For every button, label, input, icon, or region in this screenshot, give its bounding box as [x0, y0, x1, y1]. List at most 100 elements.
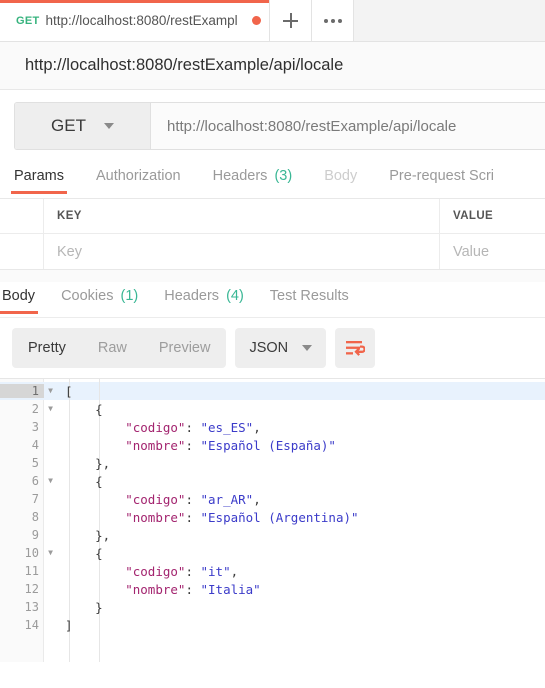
line-number: 9 — [31, 528, 39, 542]
response-tab-headers[interactable]: Headers (4) — [164, 282, 244, 314]
section-divider — [0, 270, 545, 282]
code-text: "nombre": "Español (España)" — [57, 438, 336, 453]
chevron-down-icon — [103, 123, 114, 129]
word-wrap-icon — [346, 341, 366, 356]
tab-body[interactable]: Body — [324, 162, 357, 194]
view-pretty-button[interactable]: Pretty — [12, 328, 82, 368]
request-tab-strip: GET http://localhost:8080/restExampl — [0, 0, 545, 42]
code-line: 2 ▼ { — [0, 400, 545, 418]
token-pun: } — [95, 599, 103, 615]
param-row-checkbox[interactable] — [0, 234, 44, 269]
word-wrap-button[interactable] — [335, 328, 376, 368]
response-tab-body[interactable]: Body — [0, 282, 39, 314]
token-key: "nombre" — [125, 581, 186, 597]
fold-toggle-icon[interactable]: ▼ — [44, 400, 57, 418]
token-pun: : — [185, 581, 201, 597]
code-text: { — [57, 546, 103, 561]
response-section-tabs: Body Cookies (1) Headers (4) Test Result… — [0, 282, 545, 318]
code-line: 8 "nombre": "Español (Argentina)" — [0, 508, 545, 526]
line-number: 5 — [31, 456, 39, 470]
tab-headers-label: Headers — [212, 168, 268, 184]
request-section-tabs: Params Authorization Headers (3) Body Pr… — [0, 162, 545, 198]
token-pun: : — [185, 563, 201, 579]
token-pun: }, — [95, 455, 111, 471]
fold-toggle-icon[interactable]: ▼ — [44, 472, 57, 490]
code-text: "nombre": "Italia" — [57, 582, 261, 597]
more-options-button[interactable] — [312, 0, 354, 41]
token-pun: : — [185, 491, 201, 507]
token-pun: , — [230, 563, 239, 579]
token-pun: ] — [65, 617, 73, 633]
response-tab-headers-label: Headers — [164, 288, 220, 304]
view-preview-button[interactable]: Preview — [143, 328, 227, 368]
fold-toggle-icon[interactable]: ▼ — [44, 382, 57, 400]
response-code-lines: 1 ▼[2 ▼ {3 "codigo": "es_ES", 4 "nombre": "… — [0, 379, 545, 634]
params-table-header-row: KEY VALUE — [0, 199, 545, 234]
response-language-select[interactable]: JSON — [235, 328, 327, 368]
request-url-bar: GET http://localhost:8080/restExample/ap… — [0, 90, 545, 162]
params-header-key-cell: KEY — [44, 199, 440, 233]
token-pun: , — [253, 491, 261, 507]
chevron-down-icon — [302, 345, 313, 351]
ellipsis-icon — [323, 18, 342, 23]
response-language-label: JSON — [249, 340, 289, 356]
tab-pre-request-script[interactable]: Pre-request Scri — [389, 162, 494, 194]
code-text: { — [57, 402, 103, 417]
line-number: 11 — [24, 564, 39, 578]
token-pun: }, — [95, 527, 111, 543]
params-header-key-label: KEY — [57, 210, 82, 222]
token-pun: : — [185, 419, 201, 435]
response-tab-body-label: Body — [2, 288, 36, 304]
http-method-select[interactable]: GET — [15, 103, 151, 149]
code-line: 5 }, — [0, 454, 545, 472]
token-str: "it" — [200, 563, 231, 579]
token-str: "Italia" — [200, 581, 261, 597]
params-header-value-cell: VALUE — [440, 199, 545, 233]
tab-params-label: Params — [14, 168, 64, 184]
token-key: "nombre" — [125, 437, 186, 453]
http-method-label: GET — [51, 116, 86, 135]
token-str: "ar_AR" — [200, 491, 254, 507]
new-tab-button[interactable] — [270, 0, 312, 41]
response-tab-cookies[interactable]: Cookies (1) — [61, 282, 138, 314]
param-key-input[interactable]: Key — [44, 234, 440, 269]
code-text: "nombre": "Español (Argentina)" — [57, 509, 359, 525]
tab-authorization[interactable]: Authorization — [96, 162, 181, 194]
token-pun: : — [185, 437, 201, 453]
line-number: 6 — [31, 474, 39, 488]
token-pun: [ — [65, 383, 73, 399]
tab-params[interactable]: Params — [11, 162, 67, 194]
code-line: 9 }, — [0, 526, 545, 544]
line-number: 14 — [24, 618, 39, 632]
code-line: 12 "nombre": "Italia" — [0, 580, 545, 598]
request-tab-method-label: GET — [16, 14, 40, 27]
request-tab-active[interactable]: GET http://localhost:8080/restExampl — [0, 0, 270, 41]
token-key: "codigo" — [125, 491, 186, 507]
line-number: 3 — [31, 420, 39, 434]
line-number: 1 — [0, 384, 44, 398]
tab-headers[interactable]: Headers (3) — [213, 162, 293, 194]
tab-pre-request-script-label: Pre-request Scri — [389, 168, 495, 184]
token-pun: { — [95, 401, 103, 417]
response-tab-test-results-label: Test Results — [269, 288, 349, 304]
code-line: 13 } — [0, 598, 545, 616]
tab-body-label: Body — [324, 168, 358, 184]
plus-icon — [283, 13, 298, 28]
code-line: 11 "codigo": "it", — [0, 562, 545, 580]
fold-toggle-icon[interactable]: ▼ — [44, 544, 57, 562]
postman-window: GET http://localhost:8080/restExampl htt… — [0, 0, 545, 688]
params-header-value-label: VALUE — [453, 210, 494, 222]
view-raw-button[interactable]: Raw — [82, 328, 143, 368]
request-url-input[interactable]: http://localhost:8080/restExample/api/lo… — [151, 103, 545, 149]
token-key: "codigo" — [125, 563, 186, 579]
token-pun: { — [95, 473, 103, 489]
token-str: "Español (Argentina)" — [200, 509, 359, 525]
response-tab-cookies-count: (1) — [120, 288, 139, 304]
token-key: "codigo" — [125, 419, 186, 435]
response-tab-test-results[interactable]: Test Results — [270, 282, 349, 314]
param-value-input[interactable]: Value — [440, 234, 545, 269]
token-pun: , — [253, 419, 261, 435]
line-number: 13 — [24, 600, 39, 614]
response-body-viewer[interactable]: 1 ▼[2 ▼ {3 "codigo": "es_ES", 4 "nombre": "… — [0, 378, 545, 662]
code-line: 7 "codigo": "ar_AR", — [0, 490, 545, 508]
